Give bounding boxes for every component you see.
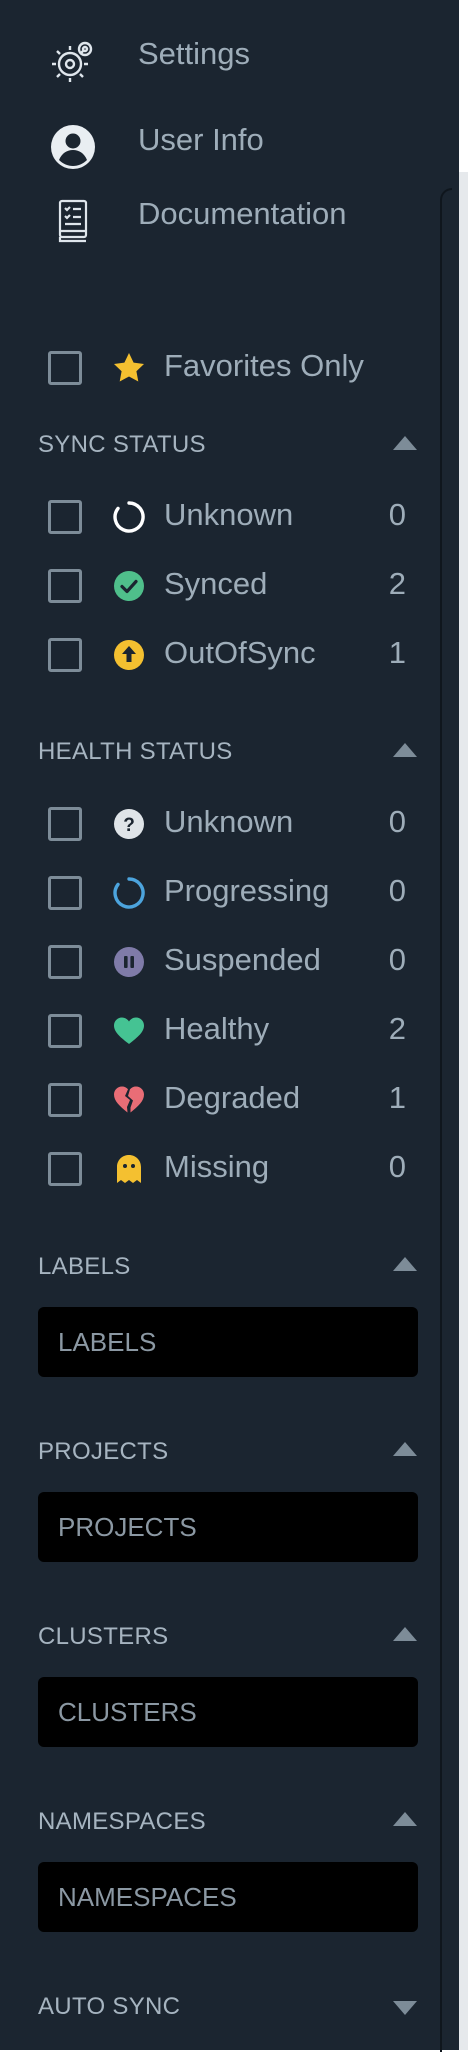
sync-filter-synced: Synced 2	[0, 559, 440, 619]
health-label-degraded: Degraded	[164, 1080, 301, 1115]
favorites-only-label: Favorites Only	[164, 348, 364, 383]
nav-item-documentation[interactable]: Documentation	[0, 186, 440, 246]
sync-label-unknown: Unknown	[164, 497, 294, 532]
scrollbar[interactable]	[440, 188, 452, 2052]
health-filter-degraded: Degraded 1	[0, 1073, 440, 1133]
health-filter-healthy: Healthy 2	[0, 1004, 440, 1064]
sync-count-outofsync: 1	[388, 635, 406, 670]
health-count-missing: 0	[388, 1149, 406, 1184]
heart-broken-icon	[114, 1086, 144, 1113]
favorites-only-checkbox[interactable]	[48, 351, 82, 385]
caret-up-icon[interactable]	[392, 1256, 418, 1272]
health-unknown-checkbox[interactable]	[48, 807, 82, 841]
sync-outofsync-checkbox[interactable]	[48, 638, 82, 672]
projects-input[interactable]	[38, 1492, 418, 1562]
filter-sidebar: Settings User Info Documentation Favorit…	[0, 0, 459, 2052]
health-filter-missing: Missing 0	[0, 1142, 440, 1202]
arrow-up-circle-icon	[114, 640, 144, 670]
caret-up-icon[interactable]	[392, 1811, 418, 1827]
sync-status-title: SYNC STATUS	[38, 431, 206, 458]
health-count-progressing: 0	[388, 873, 406, 908]
health-label-progressing: Progressing	[164, 873, 330, 908]
favorites-only-filter: Favorites Only	[0, 341, 440, 401]
health-count-unknown: 0	[388, 804, 406, 839]
caret-up-icon[interactable]	[392, 1626, 418, 1642]
clusters-input[interactable]	[38, 1677, 418, 1747]
health-healthy-checkbox[interactable]	[48, 1014, 82, 1048]
nav-label-documentation: Documentation	[138, 196, 347, 231]
health-filter-progressing: Progressing 0	[0, 866, 440, 926]
sync-label-outofsync: OutOfSync	[164, 635, 316, 670]
auto-sync-title: AUTO SYNC	[38, 1993, 181, 2020]
circle-notch-icon	[113, 501, 145, 533]
nav-item-settings[interactable]: Settings	[0, 26, 440, 86]
health-filter-suspended: Suspended 0	[0, 935, 440, 995]
health-count-healthy: 2	[388, 1011, 406, 1046]
clusters-title: CLUSTERS	[38, 1623, 169, 1650]
heart-icon	[114, 1017, 144, 1044]
health-status-title: HEALTH STATUS	[38, 738, 233, 765]
content-edge	[459, 0, 468, 172]
ghost-icon	[117, 1155, 141, 1183]
health-count-degraded: 1	[388, 1080, 406, 1115]
check-circle-icon	[114, 571, 144, 601]
health-progressing-checkbox[interactable]	[48, 876, 82, 910]
sync-unknown-checkbox[interactable]	[48, 500, 82, 534]
health-filter-unknown: ? Unknown 0	[0, 797, 440, 857]
sync-count-unknown: 0	[388, 497, 406, 532]
health-label-healthy: Healthy	[164, 1011, 270, 1046]
star-icon	[114, 353, 144, 382]
gear-icon	[52, 41, 93, 82]
caret-up-icon[interactable]	[392, 742, 418, 758]
projects-title: PROJECTS	[38, 1438, 169, 1465]
labels-title: LABELS	[38, 1253, 131, 1280]
user-circle-icon	[51, 125, 95, 169]
caret-up-icon[interactable]	[392, 1441, 418, 1457]
namespaces-title: NAMESPACES	[38, 1808, 206, 1835]
nav-label-user-info: User Info	[138, 122, 264, 157]
sync-filter-outofsync: OutOfSync 1	[0, 628, 440, 688]
pause-circle-icon	[114, 947, 144, 977]
nav-item-user-info[interactable]: User Info	[0, 112, 440, 172]
sync-filter-unknown: Unknown 0	[0, 490, 440, 550]
health-missing-checkbox[interactable]	[48, 1152, 82, 1186]
namespaces-input[interactable]	[38, 1862, 418, 1932]
health-label-unknown: Unknown	[164, 804, 294, 839]
sync-count-synced: 2	[388, 566, 406, 601]
book-icon	[58, 199, 88, 243]
health-label-missing: Missing	[164, 1149, 270, 1184]
spinner-icon	[113, 877, 145, 909]
question-circle-icon: ?	[114, 809, 144, 839]
health-label-suspended: Suspended	[164, 942, 321, 977]
health-suspended-checkbox[interactable]	[48, 945, 82, 979]
health-degraded-checkbox[interactable]	[48, 1083, 82, 1117]
sync-synced-checkbox[interactable]	[48, 569, 82, 603]
sync-label-synced: Synced	[164, 566, 268, 601]
caret-down-icon[interactable]	[392, 2000, 418, 2016]
svg-text:?: ?	[123, 815, 135, 836]
nav-label-settings: Settings	[138, 36, 251, 71]
labels-input[interactable]	[38, 1307, 418, 1377]
content-edge-shaded	[459, 172, 468, 2050]
caret-up-icon[interactable]	[392, 435, 418, 451]
health-count-suspended: 0	[388, 942, 406, 977]
